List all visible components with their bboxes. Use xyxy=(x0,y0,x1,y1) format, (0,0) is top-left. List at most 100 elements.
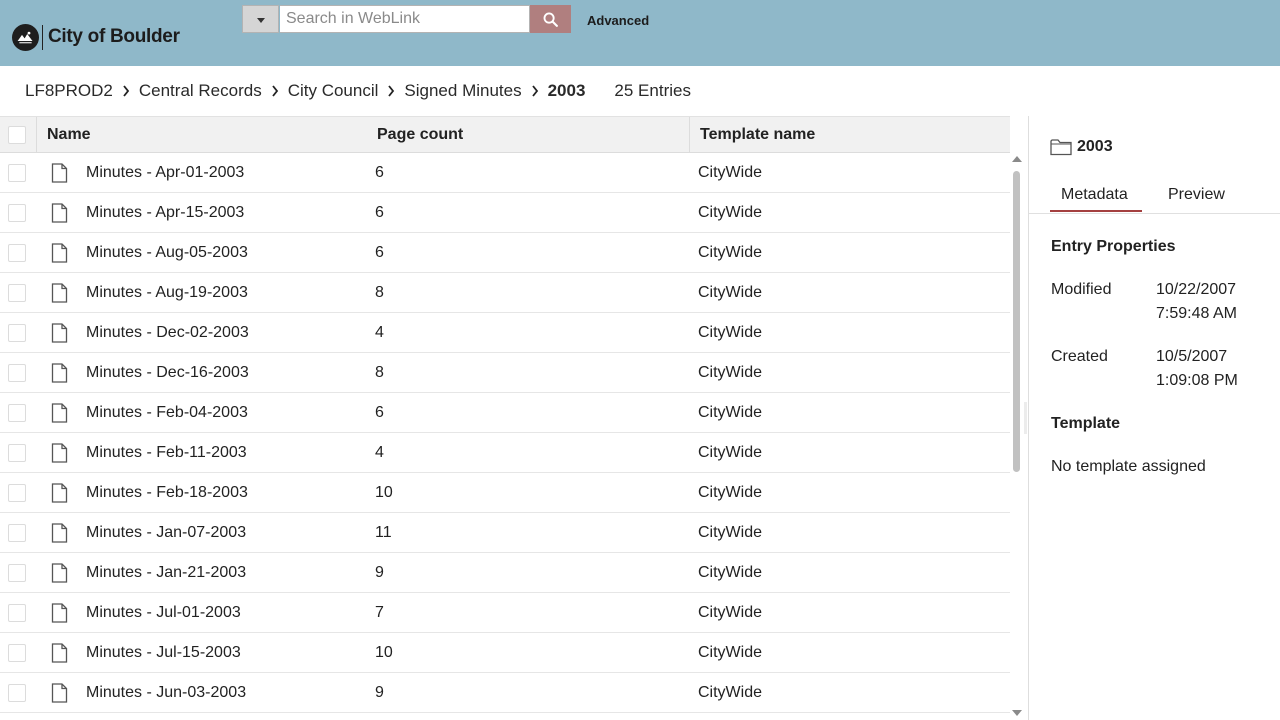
entry-properties-heading: Entry Properties xyxy=(1051,238,1176,255)
row-checkbox[interactable] xyxy=(8,244,26,262)
row-page-count: 10 xyxy=(375,644,393,661)
modified-label: Modified xyxy=(1051,281,1112,298)
table-row[interactable]: Minutes - Jun-03-2003 9 CityWide xyxy=(0,673,1010,713)
table-row[interactable]: Minutes - Dec-16-2003 8 CityWide xyxy=(0,353,1010,393)
table-row[interactable]: Minutes - Jul-01-2003 7 CityWide xyxy=(0,593,1010,633)
row-page-count: 10 xyxy=(375,484,393,501)
row-checkbox[interactable] xyxy=(8,284,26,302)
breadcrumb-item-repository[interactable]: LF8PROD2 xyxy=(25,81,113,101)
column-header-page-count[interactable]: Page count xyxy=(377,117,463,153)
row-name[interactable]: Minutes - Feb-18-2003 xyxy=(86,473,248,513)
advanced-search-link[interactable]: Advanced xyxy=(587,13,649,28)
table-row[interactable]: Minutes - Jan-21-2003 9 CityWide xyxy=(0,553,1010,593)
table-row[interactable]: Minutes - Aug-19-2003 8 CityWide xyxy=(0,273,1010,313)
row-checkbox[interactable] xyxy=(8,404,26,422)
row-template-name: CityWide xyxy=(698,284,763,301)
search-input[interactable] xyxy=(280,5,530,33)
row-template-name: CityWide xyxy=(698,404,763,421)
tab-preview[interactable]: Preview xyxy=(1168,186,1225,204)
table-scrollbar[interactable] xyxy=(1010,153,1024,720)
row-page-count: 6 xyxy=(375,244,384,261)
row-name[interactable]: Minutes - Jul-01-2003 xyxy=(86,593,241,633)
table-row[interactable]: Minutes - Feb-04-2003 6 CityWide xyxy=(0,393,1010,433)
created-date: 10/5/2007 xyxy=(1156,348,1228,365)
created-label: Created xyxy=(1051,348,1108,365)
breadcrumb-item-central-records[interactable]: Central Records xyxy=(139,81,262,101)
created-time: 1:09:08 PM xyxy=(1156,372,1238,389)
table-row[interactable]: Minutes - Jul-15-2003 10 CityWide xyxy=(0,633,1010,673)
row-name[interactable]: Minutes - Aug-05-2003 xyxy=(86,233,248,273)
logo-text[interactable]: City of Boulder xyxy=(48,26,180,48)
chevron-right-icon xyxy=(522,85,548,97)
row-page-count: 4 xyxy=(375,324,384,341)
document-icon xyxy=(51,443,68,463)
row-name[interactable]: Minutes - Jun-03-2003 xyxy=(86,673,246,713)
column-header-template-name[interactable]: Template name xyxy=(700,117,815,153)
breadcrumb-item-signed-minutes[interactable]: Signed Minutes xyxy=(404,81,521,101)
tab-metadata[interactable]: Metadata xyxy=(1061,186,1128,204)
row-checkbox[interactable] xyxy=(8,164,26,182)
row-name[interactable]: Minutes - Apr-15-2003 xyxy=(86,193,244,233)
row-checkbox[interactable] xyxy=(8,644,26,662)
row-template-name: CityWide xyxy=(698,364,763,381)
row-page-count: 7 xyxy=(375,604,384,621)
row-name[interactable]: Minutes - Jan-07-2003 xyxy=(86,513,246,553)
table-row[interactable]: Minutes - Apr-01-2003 6 CityWide xyxy=(0,153,1010,193)
row-checkbox[interactable] xyxy=(8,484,26,502)
table-row[interactable]: Minutes - Aug-05-2003 6 CityWide xyxy=(0,233,1010,273)
row-name[interactable]: Minutes - Aug-19-2003 xyxy=(86,273,248,313)
app-header: City of Boulder Advanced xyxy=(0,0,1280,66)
row-name[interactable]: Minutes - Dec-16-2003 xyxy=(86,353,249,393)
row-name[interactable]: Minutes - Feb-04-2003 xyxy=(86,393,248,433)
row-page-count: 6 xyxy=(375,204,384,221)
search-button[interactable] xyxy=(530,5,571,33)
modified-date: 10/22/2007 xyxy=(1156,281,1237,298)
splitter-grip[interactable] xyxy=(1024,402,1027,434)
row-template-name: CityWide xyxy=(698,644,763,661)
row-checkbox[interactable] xyxy=(8,604,26,622)
row-checkbox[interactable] xyxy=(8,564,26,582)
document-icon xyxy=(51,203,68,223)
row-checkbox[interactable] xyxy=(8,324,26,342)
folder-icon xyxy=(1050,139,1072,156)
row-checkbox[interactable] xyxy=(8,364,26,382)
table-body: Minutes - Apr-01-2003 6 CityWide Minutes - … xyxy=(0,153,1010,713)
table-row[interactable]: Minutes - Feb-18-2003 10 CityWide xyxy=(0,473,1010,513)
scroll-thumb[interactable] xyxy=(1013,171,1020,472)
entry-table: Name Page count Template name Minutes - … xyxy=(0,116,1010,720)
row-template-name: CityWide xyxy=(698,244,763,261)
search-scope-dropdown[interactable] xyxy=(242,5,279,33)
table-row[interactable]: Minutes - Feb-11-2003 4 CityWide xyxy=(0,433,1010,473)
row-name[interactable]: Minutes - Jul-15-2003 xyxy=(86,633,241,673)
row-name[interactable]: Minutes - Feb-11-2003 xyxy=(86,433,247,473)
document-icon xyxy=(51,283,68,303)
row-template-name: CityWide xyxy=(698,564,763,581)
column-header-name[interactable]: Name xyxy=(47,117,91,153)
created-value: 10/5/2007 1:09:08 PM xyxy=(1156,345,1238,393)
row-name[interactable]: Minutes - Apr-01-2003 xyxy=(86,153,244,193)
row-name[interactable]: Minutes - Dec-02-2003 xyxy=(86,313,249,353)
row-page-count: 9 xyxy=(375,684,384,701)
active-tab-indicator xyxy=(1050,210,1142,212)
table-header: Name Page count Template name xyxy=(0,116,1010,153)
city-logo-icon[interactable] xyxy=(12,24,39,51)
modified-value: 10/22/2007 7:59:48 AM xyxy=(1156,278,1237,326)
row-template-name: CityWide xyxy=(698,524,763,541)
row-checkbox[interactable] xyxy=(8,524,26,542)
scroll-up-arrow-icon[interactable] xyxy=(1012,156,1022,162)
scroll-down-arrow-icon[interactable] xyxy=(1012,710,1022,716)
row-page-count: 9 xyxy=(375,564,384,581)
table-row[interactable]: Minutes - Dec-02-2003 4 CityWide xyxy=(0,313,1010,353)
row-checkbox[interactable] xyxy=(8,204,26,222)
select-all-checkbox[interactable] xyxy=(8,126,26,144)
document-icon xyxy=(51,643,68,663)
search-icon xyxy=(543,12,558,27)
row-checkbox[interactable] xyxy=(8,444,26,462)
table-row[interactable]: Minutes - Apr-15-2003 6 CityWide xyxy=(0,193,1010,233)
row-checkbox[interactable] xyxy=(8,684,26,702)
row-name[interactable]: Minutes - Jan-21-2003 xyxy=(86,553,246,593)
column-divider xyxy=(36,117,37,153)
breadcrumb-item-city-council[interactable]: City Council xyxy=(288,81,379,101)
table-row[interactable]: Minutes - Jan-07-2003 11 CityWide xyxy=(0,513,1010,553)
document-icon xyxy=(51,243,68,263)
